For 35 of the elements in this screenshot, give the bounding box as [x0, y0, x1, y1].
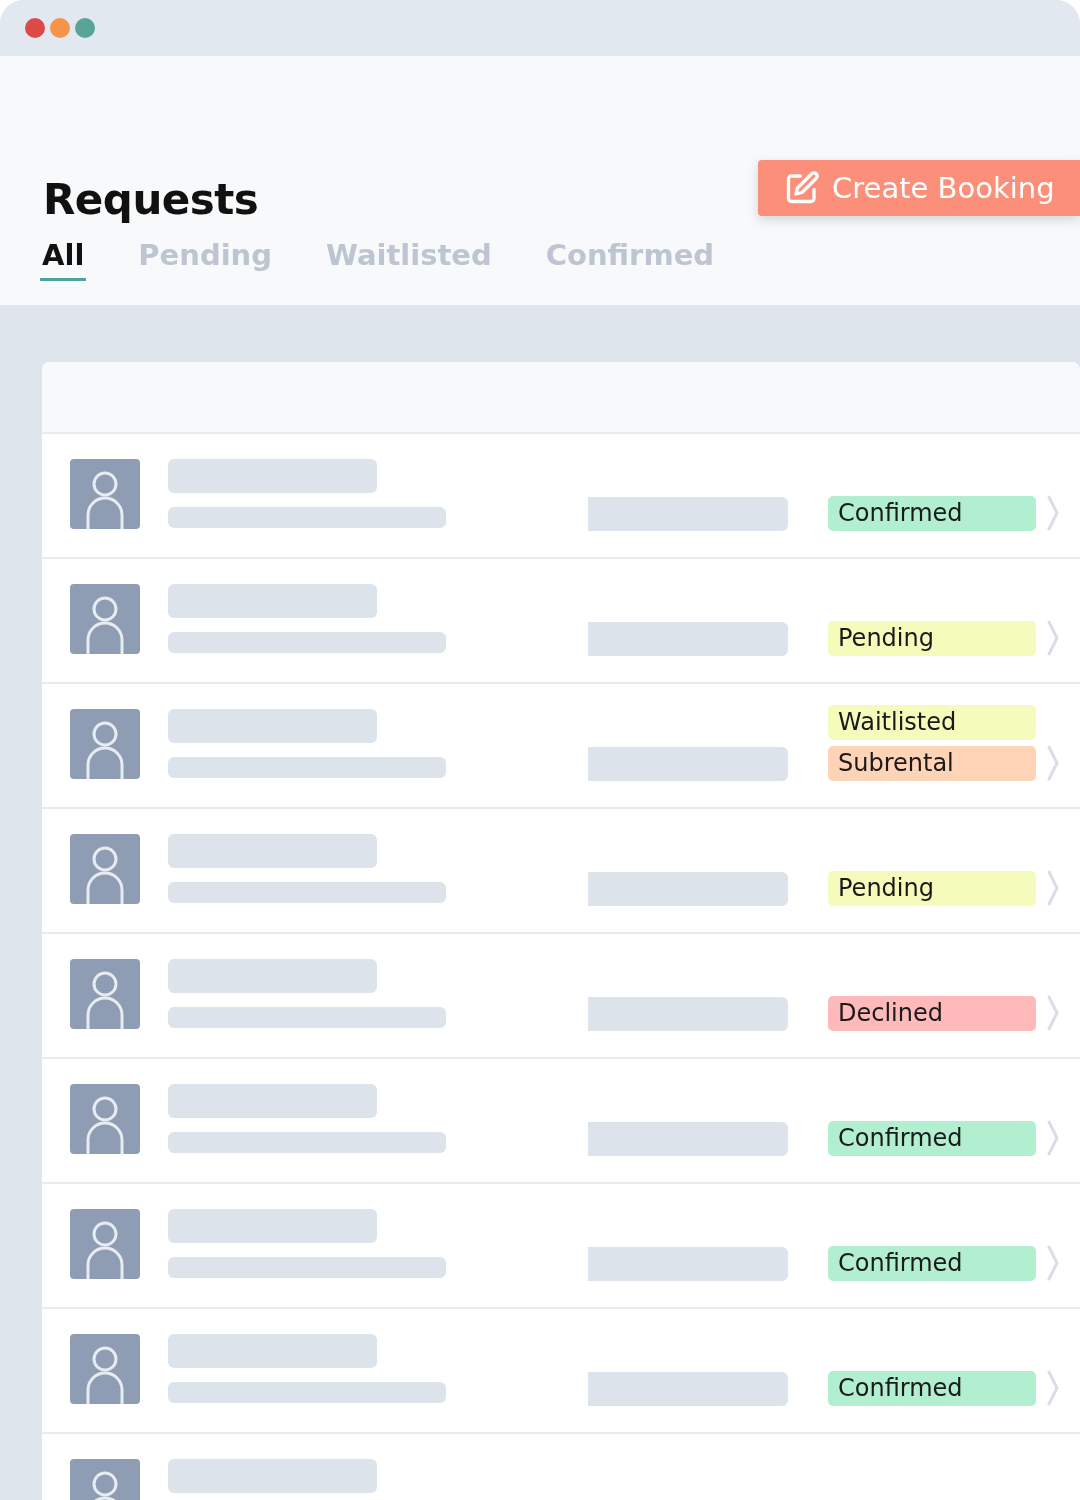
edit-icon — [784, 170, 820, 206]
minimize-window-dot[interactable] — [50, 18, 70, 38]
avatar-icon — [70, 1209, 140, 1279]
chevron-right-icon[interactable] — [1046, 495, 1060, 531]
avatar-icon — [70, 1334, 140, 1404]
filter-tab[interactable]: Confirmed — [543, 238, 717, 281]
filter-tab[interactable]: All — [40, 238, 87, 281]
chevron-right-icon[interactable] — [1046, 995, 1060, 1031]
avatar-icon — [70, 459, 140, 529]
status-tag: Confirmed — [828, 1246, 1036, 1281]
close-window-dot[interactable] — [25, 18, 45, 38]
filter-tab[interactable]: Waitlisted — [324, 238, 494, 281]
status-tag: Confirmed — [828, 1121, 1036, 1156]
avatar-icon — [70, 959, 140, 1029]
avatar-icon — [70, 709, 140, 779]
create-booking-button[interactable]: Create Booking — [758, 160, 1080, 216]
avatar-icon — [70, 1084, 140, 1154]
page-title: Requests — [43, 174, 259, 226]
maximize-window-dot[interactable] — [75, 18, 95, 38]
chevron-right-icon[interactable] — [1046, 745, 1060, 781]
chevron-right-icon[interactable] — [1046, 620, 1060, 656]
status-tag: Pending — [828, 621, 1036, 656]
filter-tab[interactable]: Pending — [136, 238, 274, 281]
chevron-right-icon[interactable] — [1046, 870, 1060, 906]
status-tag: Waitlisted — [828, 705, 1036, 740]
avatar-icon — [70, 834, 140, 904]
status-tag: Pending — [828, 871, 1036, 906]
chevron-right-icon[interactable] — [1046, 1120, 1060, 1156]
status-tag: Confirmed — [828, 496, 1036, 531]
chevron-right-icon[interactable] — [1046, 1370, 1060, 1406]
status-tag: Declined — [828, 996, 1036, 1031]
avatar-icon — [70, 584, 140, 654]
chevron-right-icon[interactable] — [1046, 1245, 1060, 1281]
status-tag: Subrental — [828, 746, 1036, 781]
status-tag: Confirmed — [828, 1371, 1036, 1406]
